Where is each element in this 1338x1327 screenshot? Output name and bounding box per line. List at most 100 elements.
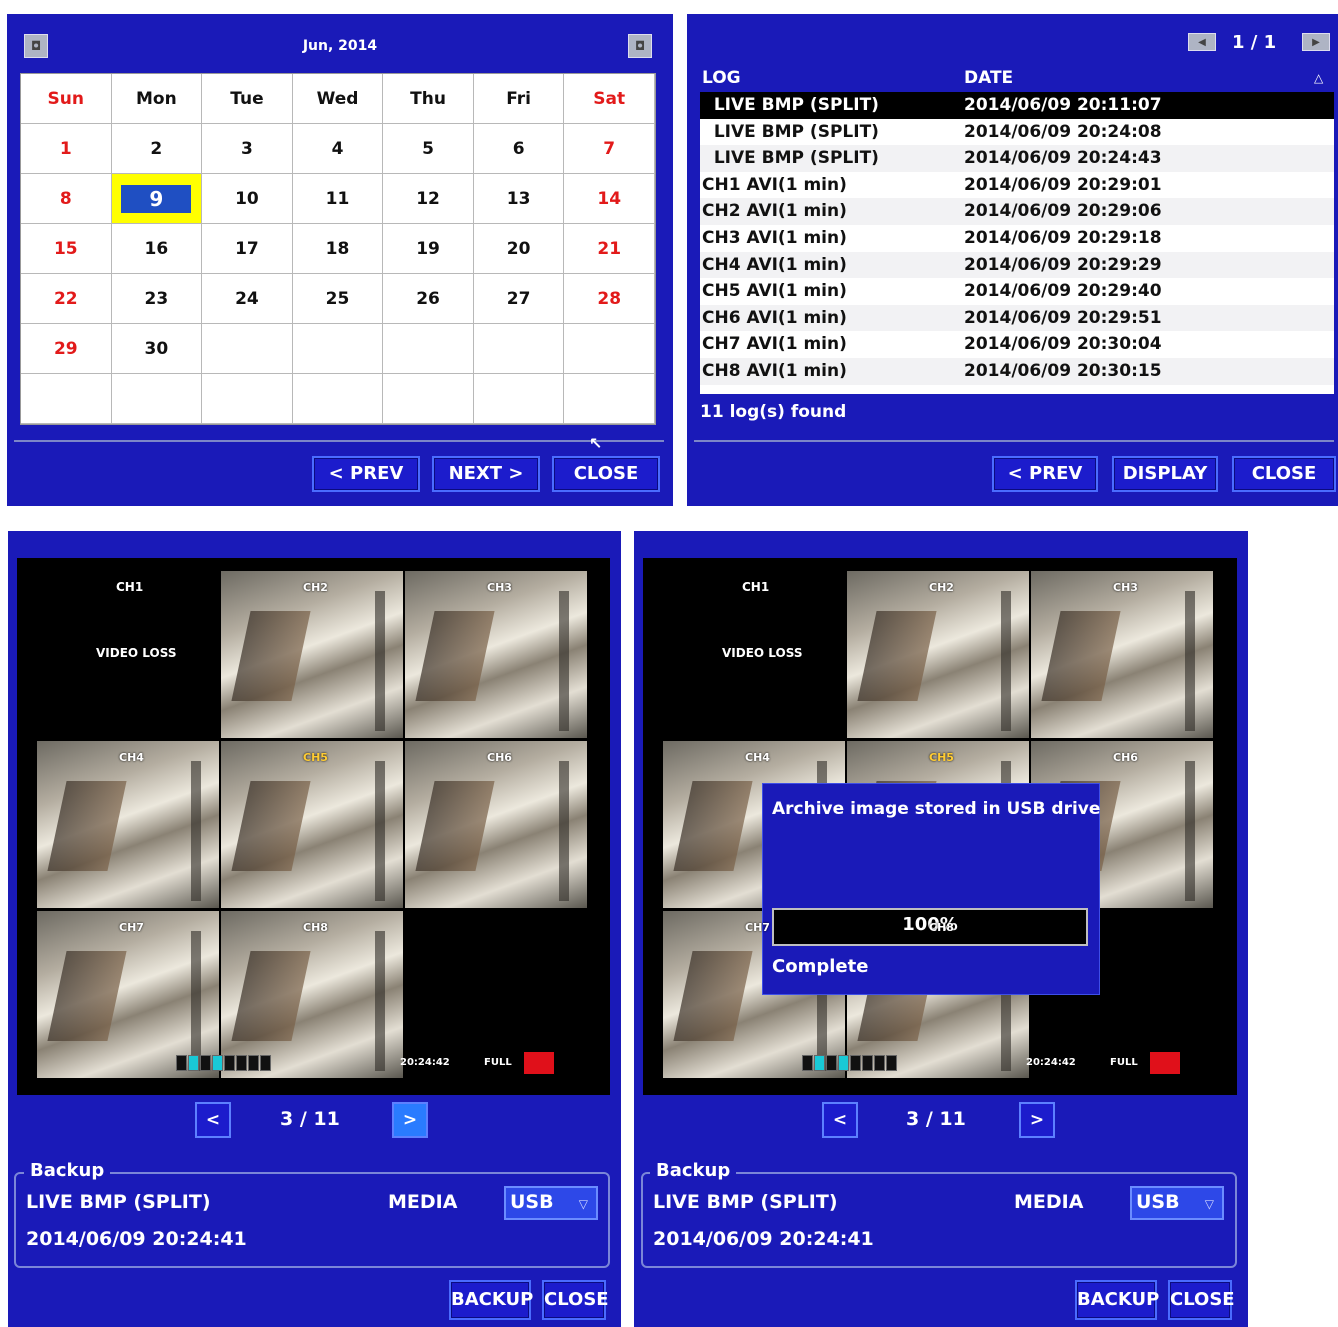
calendar-grid: Sun Mon Tue Wed Thu Fri Sat 1 2 3 4 5 6 7 8 9 10 11 12 13 14…	[20, 73, 656, 425]
calendar-day[interactable]: 8	[21, 174, 112, 224]
media-select[interactable]: USB ▽	[504, 1186, 598, 1220]
calendar-day[interactable]: 7	[564, 124, 655, 174]
sort-icon[interactable]: △	[1314, 64, 1334, 92]
calendar-empty-cell	[564, 374, 655, 424]
backup-item-label: LIVE BMP (SPLIT)	[26, 1191, 211, 1213]
next-page-button[interactable]: >	[1019, 1102, 1055, 1138]
log-row[interactable]: CH3 AVI(1 min) 2014/06/09 20:29:18	[700, 225, 1334, 252]
calendar-day[interactable]: 25	[292, 274, 384, 324]
close-button[interactable]: CLOSE	[1232, 456, 1336, 492]
calendar-day[interactable]: 28	[564, 274, 655, 324]
prev-button[interactable]: < PREV	[312, 456, 420, 492]
ch1-label: CH1	[116, 580, 144, 594]
calendar-day[interactable]: 11	[292, 174, 384, 224]
calendar-day[interactable]: 17	[202, 224, 293, 274]
camera-tile[interactable]: CH3	[405, 571, 587, 738]
camera-tile[interactable]: CH7	[37, 911, 219, 1078]
log-row[interactable]: LIVE BMP (SPLIT) 2014/06/09 20:24:08	[700, 119, 1334, 146]
calendar-day[interactable]: 6	[473, 124, 565, 174]
camera-tile[interactable]: CH6	[405, 741, 587, 908]
calendar-day[interactable]: 15	[21, 224, 112, 274]
display-button[interactable]: DISPLAY	[1112, 456, 1218, 492]
log-row[interactable]: CH8 AVI(1 min) 2014/06/09 20:30:15	[700, 357, 1334, 385]
calendar-day[interactable]: 3	[202, 124, 293, 174]
channel-label: CH5	[929, 751, 954, 764]
backup-button[interactable]: BACKUP	[1075, 1280, 1159, 1320]
page-prev-icon[interactable]: ◀	[1188, 33, 1216, 51]
prev-page-button[interactable]: <	[195, 1102, 231, 1138]
dropdown-icon: ▽	[578, 1197, 588, 1211]
calendar-day[interactable]: 22	[21, 274, 112, 324]
next-button[interactable]: NEXT >	[432, 456, 540, 492]
camera-tile[interactable]: CH2	[847, 571, 1029, 738]
calendar-day[interactable]: 21	[564, 224, 655, 274]
log-date: 2014/06/09 20:29:29	[964, 254, 1162, 275]
log-row[interactable]: CH2 AVI(1 min) 2014/06/09 20:29:06	[700, 198, 1334, 225]
backup-button[interactable]: BACKUP	[449, 1280, 533, 1320]
channel-label: CH4	[119, 751, 144, 764]
page-indicator: 3 / 11	[906, 1108, 966, 1130]
selected-day[interactable]: 9	[121, 184, 192, 213]
log-row[interactable]: CH1 AVI(1 min) 2014/06/09 20:29:01	[700, 172, 1334, 199]
log-row[interactable]: CH4 AVI(1 min) 2014/06/09 20:29:29	[700, 251, 1334, 279]
log-row[interactable]: CH5 AVI(1 min) 2014/06/09 20:29:40	[700, 278, 1334, 305]
log-row[interactable]: LIVE BMP (SPLIT) 2014/06/09 20:11:07	[700, 92, 1334, 119]
log-row[interactable]: CH6 AVI(1 min) 2014/06/09 20:29:51	[700, 304, 1334, 332]
calendar-day[interactable]: 20	[473, 224, 565, 274]
log-row[interactable]: LIVE BMP (SPLIT) 2014/06/09 20:24:43	[700, 145, 1334, 172]
calendar-day[interactable]: 19	[383, 224, 474, 274]
calendar-day[interactable]: 23	[111, 274, 203, 324]
log-row[interactable]: CH7 AVI(1 min) 2014/06/09 20:30:04	[700, 331, 1334, 358]
calendar-day[interactable]: 14	[564, 174, 655, 224]
log-column-header[interactable]: LOG	[700, 64, 964, 92]
close-button[interactable]: CLOSE	[552, 456, 660, 492]
calendar-day[interactable]: 30	[111, 324, 203, 374]
prev-button[interactable]: < PREV	[992, 456, 1098, 492]
calendar-day[interactable]: 29	[21, 324, 112, 374]
camera-tile[interactable]: CH4	[37, 741, 219, 908]
log-name: CH8 AVI(1 min)	[702, 360, 847, 381]
calendar-day[interactable]: 27	[473, 274, 565, 324]
date-column-header[interactable]: DATE	[964, 64, 1314, 92]
calendar-day[interactable]: 4	[292, 124, 384, 174]
calendar-day[interactable]: 24	[202, 274, 293, 324]
calendar-day[interactable]: 13	[473, 174, 565, 224]
camera-tile[interactable]: CH5	[221, 741, 403, 908]
calendar-day[interactable]: 5	[383, 124, 474, 174]
camera-tile[interactable]: CH3	[1031, 571, 1213, 738]
close-button[interactable]: CLOSE	[1168, 1280, 1235, 1320]
channel-label: CH3	[487, 581, 512, 594]
backup-datetime: 2014/06/09 20:24:41	[26, 1228, 247, 1250]
dialog-title: Archive image stored in USB drive	[772, 799, 1101, 819]
camera-tile[interactable]: CH8	[221, 911, 403, 1078]
log-date: 2014/06/09 20:11:07	[964, 95, 1162, 115]
log-name: LIVE BMP (SPLIT)	[702, 121, 879, 142]
calendar-empty-cell	[383, 324, 474, 374]
calendar-day[interactable]: 12	[383, 174, 474, 224]
close-button[interactable]: CLOSE	[542, 1280, 609, 1320]
channel-status-icon	[176, 1055, 187, 1071]
calendar-empty-cell	[473, 324, 565, 374]
calendar-day[interactable]: 26	[383, 274, 474, 324]
weekday-header: Sat	[564, 74, 655, 124]
log-date: 2014/06/09 20:29:06	[964, 201, 1162, 222]
channel-label: CH7	[745, 921, 770, 934]
next-month-icon[interactable]: ◘	[628, 34, 652, 58]
log-date: 2014/06/09 20:30:15	[964, 360, 1162, 381]
camera-tile[interactable]: CH2	[221, 571, 403, 738]
calendar-day[interactable]: 10	[202, 174, 293, 224]
media-select[interactable]: USB ▽	[1130, 1186, 1224, 1220]
channel-label: CH2	[303, 581, 328, 594]
channel-label: CH8	[929, 921, 954, 934]
calendar-day[interactable]: 18	[292, 224, 384, 274]
divider	[694, 440, 1334, 442]
calendar-day[interactable]: 9	[111, 174, 203, 224]
calendar-day[interactable]: 2	[111, 124, 203, 174]
page-next-icon[interactable]: ▶	[1302, 33, 1330, 51]
prev-page-button[interactable]: <	[822, 1102, 858, 1138]
hdd-usage-indicator	[1150, 1052, 1180, 1074]
calendar-day[interactable]: 1	[21, 124, 112, 174]
next-page-button[interactable]: >	[392, 1102, 428, 1138]
log-table: LOG DATE △ LIVE BMP (SPLIT) 2014/06/09 20…	[700, 64, 1334, 394]
calendar-day[interactable]: 16	[111, 224, 203, 274]
